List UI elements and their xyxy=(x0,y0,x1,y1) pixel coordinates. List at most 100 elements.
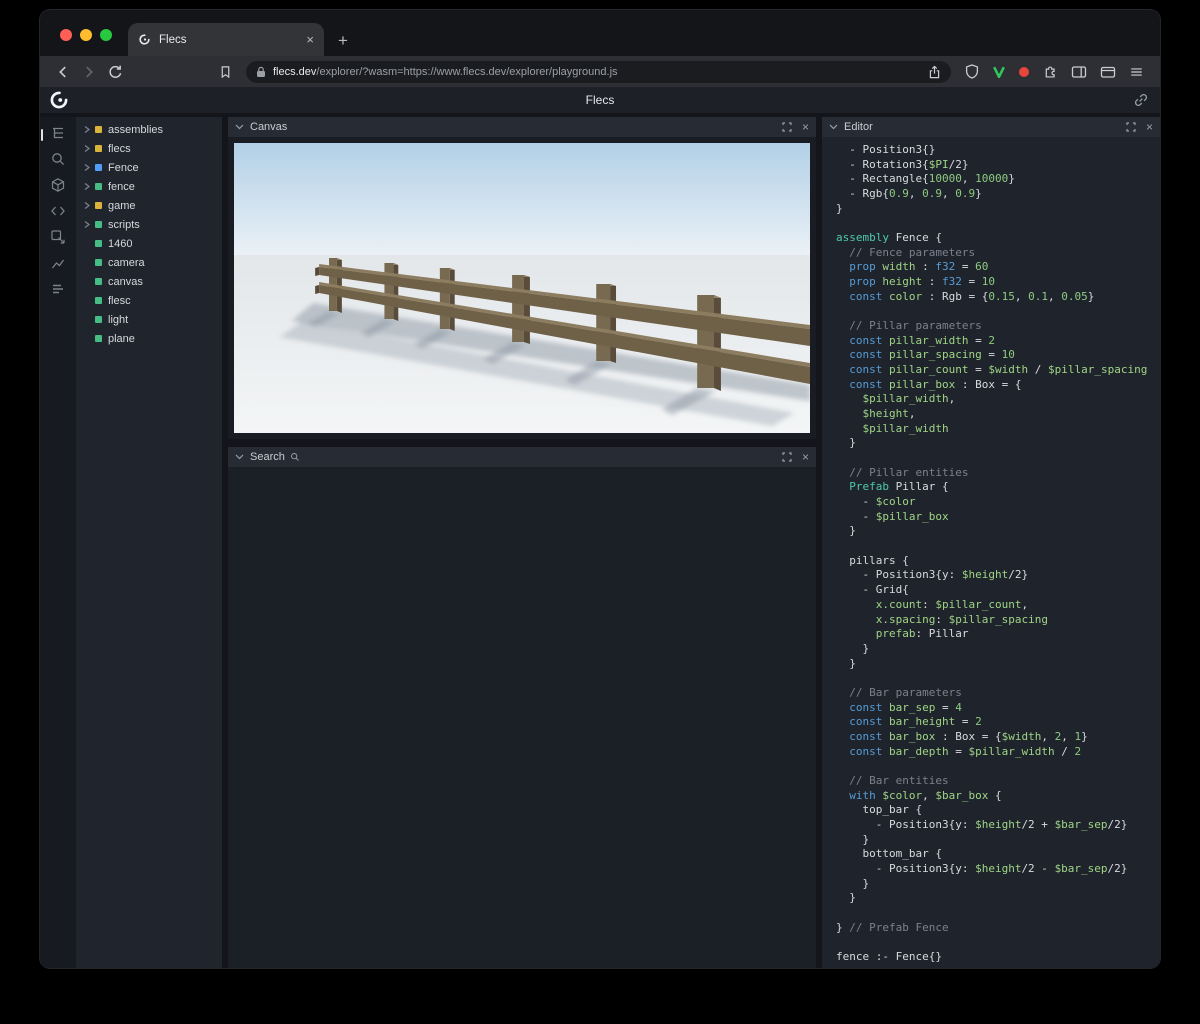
code-line[interactable]: prop width : f32 = 60 xyxy=(836,260,1160,275)
menu-icon[interactable] xyxy=(1129,65,1144,79)
code-line[interactable]: const pillar_spacing = 10 xyxy=(836,348,1160,363)
inspect-icon[interactable] xyxy=(49,229,67,245)
forward-button[interactable] xyxy=(76,60,102,84)
code-line[interactable]: } xyxy=(836,657,1160,672)
tree-item-Fence[interactable]: Fence xyxy=(76,158,222,177)
code-line[interactable]: with $color, $bar_box { xyxy=(836,789,1160,804)
expand-caret-icon[interactable] xyxy=(83,220,94,229)
code-line[interactable]: const pillar_width = 2 xyxy=(836,334,1160,349)
editor-code[interactable]: - Position3{} - Rotation3{$PI/2} - Recta… xyxy=(822,137,1160,968)
code-line[interactable] xyxy=(836,906,1160,921)
code-line[interactable] xyxy=(836,539,1160,554)
code-line[interactable]: - $pillar_box xyxy=(836,510,1160,525)
code-line[interactable]: - $color xyxy=(836,495,1160,510)
code-line[interactable]: prop height : f32 = 10 xyxy=(836,275,1160,290)
reload-button[interactable] xyxy=(102,60,128,84)
sidebar-toggle-icon[interactable] xyxy=(1071,65,1087,79)
close-panel-icon[interactable]: × xyxy=(802,121,809,133)
code-line[interactable]: } xyxy=(836,524,1160,539)
link-icon[interactable] xyxy=(1134,93,1148,107)
code-line[interactable]: // Bar entities xyxy=(836,774,1160,789)
v-extension-icon[interactable] xyxy=(993,66,1005,78)
url-bar[interactable]: flecs.dev/explorer/?wasm=https://www.fle… xyxy=(246,61,951,83)
code-line[interactable] xyxy=(836,451,1160,466)
new-tab-button[interactable]: + xyxy=(338,32,348,49)
code-line[interactable]: $pillar_width xyxy=(836,422,1160,437)
code-line[interactable]: - Grid{ xyxy=(836,583,1160,598)
code-line[interactable] xyxy=(836,759,1160,774)
expand-panel-icon[interactable] xyxy=(782,452,792,462)
code-line[interactable]: // Bar parameters xyxy=(836,686,1160,701)
tree-item-assemblies[interactable]: assemblies xyxy=(76,120,222,139)
code-line[interactable]: assembly Fence { xyxy=(836,231,1160,246)
red-dot-extension-icon[interactable] xyxy=(1018,66,1030,78)
search-icon[interactable] xyxy=(49,151,67,167)
code-line[interactable]: x.count: $pillar_count, xyxy=(836,598,1160,613)
tab-close-icon[interactable]: × xyxy=(306,33,314,46)
shield-icon[interactable] xyxy=(959,60,985,84)
chevron-down-icon[interactable] xyxy=(235,454,244,460)
expand-panel-icon[interactable] xyxy=(782,122,792,132)
fullscreen-window-button[interactable] xyxy=(100,29,112,41)
close-panel-icon[interactable]: × xyxy=(802,451,809,463)
expand-caret-icon[interactable] xyxy=(83,144,94,153)
bookmark-icon[interactable] xyxy=(212,60,238,84)
code-line[interactable]: x.spacing: $pillar_spacing xyxy=(836,613,1160,628)
code-line[interactable]: $pillar_width, xyxy=(836,392,1160,407)
canvas-viewport[interactable] xyxy=(234,143,810,433)
close-window-button[interactable] xyxy=(60,29,72,41)
tree-item-scripts[interactable]: scripts xyxy=(76,215,222,234)
code-line[interactable]: const bar_sep = 4 xyxy=(836,701,1160,716)
tree-item-flecs[interactable]: flecs xyxy=(76,139,222,158)
url-text[interactable]: flecs.dev/explorer/?wasm=https://www.fle… xyxy=(273,66,921,78)
search-panel-header[interactable]: Search × xyxy=(228,447,816,467)
wallet-icon[interactable] xyxy=(1100,65,1116,79)
code-line[interactable]: } // Prefab Fence xyxy=(836,921,1160,936)
expand-caret-icon[interactable] xyxy=(83,125,94,134)
minimize-window-button[interactable] xyxy=(80,29,92,41)
code-line[interactable]: } xyxy=(836,833,1160,848)
code-line[interactable]: - Rectangle{10000, 10000} xyxy=(836,172,1160,187)
expand-caret-icon[interactable] xyxy=(83,182,94,191)
code-line[interactable]: } xyxy=(836,436,1160,451)
expand-caret-icon[interactable] xyxy=(83,201,94,210)
code-line[interactable]: - Position3{y: $height/2 + $bar_sep/2} xyxy=(836,818,1160,833)
code-line[interactable]: prefab: Pillar xyxy=(836,627,1160,642)
code-line[interactable]: // Fence parameters xyxy=(836,246,1160,261)
expand-caret-icon[interactable] xyxy=(83,163,94,172)
stats-icon[interactable] xyxy=(49,281,67,297)
back-button[interactable] xyxy=(50,60,76,84)
cube-icon[interactable] xyxy=(49,177,67,193)
tree-item-1460[interactable]: 1460 xyxy=(76,234,222,253)
code-line[interactable]: } xyxy=(836,891,1160,906)
code-line[interactable]: fence :- Fence{} xyxy=(836,950,1160,965)
tree-item-plane[interactable]: plane xyxy=(76,329,222,348)
extensions-puzzle-icon[interactable] xyxy=(1043,64,1058,79)
code-line[interactable] xyxy=(836,216,1160,231)
search-results-area[interactable] xyxy=(228,467,816,968)
tree-item-camera[interactable]: camera xyxy=(76,253,222,272)
code-line[interactable] xyxy=(836,671,1160,686)
code-line[interactable]: const pillar_count = $width / $pillar_sp… xyxy=(836,363,1160,378)
tree-item-fence[interactable]: fence xyxy=(76,177,222,196)
expand-panel-icon[interactable] xyxy=(1126,122,1136,132)
chevron-down-icon[interactable] xyxy=(235,124,244,130)
code-line[interactable]: - Position3{} xyxy=(836,143,1160,158)
code-line[interactable]: - Rotation3{$PI/2} xyxy=(836,158,1160,173)
code-line[interactable]: - Position3{y: $height/2 - $bar_sep/2} xyxy=(836,862,1160,877)
editor-panel-header[interactable]: Editor × xyxy=(822,117,1160,137)
share-icon[interactable] xyxy=(928,65,941,79)
code-line[interactable]: $height, xyxy=(836,407,1160,422)
code-line[interactable] xyxy=(836,935,1160,950)
tree-item-canvas[interactable]: canvas xyxy=(76,272,222,291)
hierarchy-icon[interactable] xyxy=(49,125,67,141)
code-line[interactable]: - Position3{y: $height/2} xyxy=(836,568,1160,583)
code-line[interactable]: - Rgb{0.9, 0.9, 0.9} xyxy=(836,187,1160,202)
code-line[interactable]: // Pillar entities xyxy=(836,466,1160,481)
code-line[interactable]: bottom_bar { xyxy=(836,847,1160,862)
canvas-panel-header[interactable]: Canvas × xyxy=(228,117,816,137)
code-line[interactable]: const bar_depth = $pillar_width / 2 xyxy=(836,745,1160,760)
code-line[interactable]: } xyxy=(836,642,1160,657)
browser-tab-flecs[interactable]: Flecs × xyxy=(128,23,324,56)
code-line[interactable]: pillars { xyxy=(836,554,1160,569)
